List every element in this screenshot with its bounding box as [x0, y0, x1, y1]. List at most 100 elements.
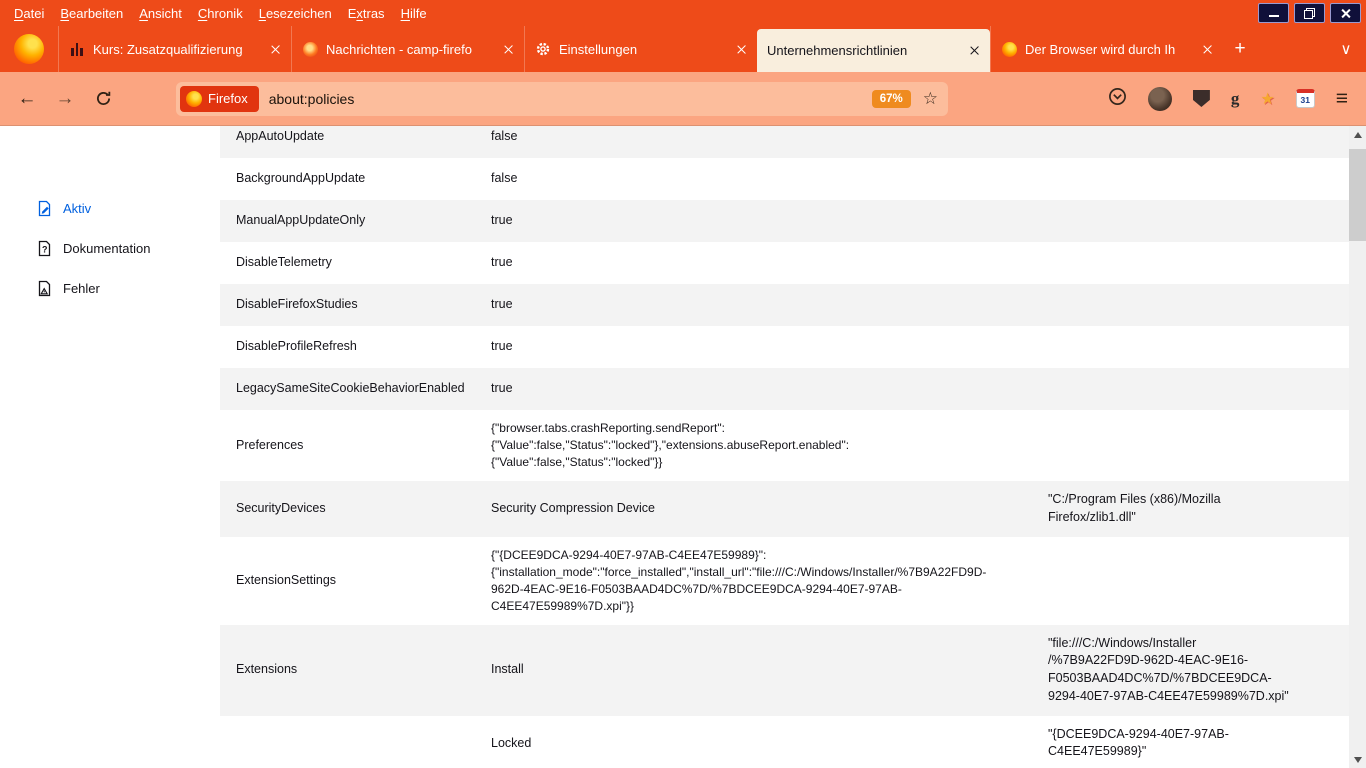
tab-label: Unternehmensrichtlinien — [767, 43, 961, 58]
account-avatar[interactable] — [1148, 87, 1172, 111]
vertical-scrollbar[interactable] — [1349, 126, 1366, 768]
policy-row: Extensions Install "file:///C:/Windows/I… — [220, 625, 1349, 716]
policies-sidebar: Aktiv ? Dokumentation Fehler — [0, 126, 220, 768]
tab-label: Nachrichten - camp-firefo — [326, 42, 495, 57]
sidebar-item-aktiv[interactable]: Aktiv — [36, 200, 220, 217]
scroll-up-button[interactable] — [1349, 126, 1366, 143]
zoom-level-badge[interactable]: 67% — [872, 90, 911, 108]
policy-value: true — [491, 244, 1048, 282]
reload-button[interactable] — [86, 82, 120, 116]
policy-value: true — [491, 370, 1048, 408]
policy-extra — [1048, 379, 1333, 399]
policy-name: BackgroundAppUpdate — [236, 160, 491, 198]
new-tab-button[interactable]: + — [1223, 26, 1257, 72]
policy-extra — [1048, 211, 1333, 231]
toolbar-extension-icons: g ★ 31 ≡ — [1108, 87, 1356, 111]
policy-value: true — [491, 202, 1048, 240]
sparkle-star-icon[interactable]: ★ — [1260, 89, 1274, 109]
firefox-identity-chip[interactable]: Firefox — [180, 86, 259, 112]
firefox-favicon — [1001, 41, 1017, 57]
tab-label: Kurs: Zusatzqualifizierung — [93, 42, 262, 57]
gear-icon — [535, 41, 551, 57]
menu-hilfe[interactable]: Hilfe — [393, 0, 435, 26]
scroll-down-icon — [1354, 757, 1362, 763]
tab-nachrichten[interactable]: Nachrichten - camp-firefo — [291, 26, 524, 72]
firefox-chip-icon — [186, 91, 202, 107]
policy-name: Preferences — [236, 427, 491, 465]
menu-chronik[interactable]: Chronik — [190, 0, 251, 26]
url-bar[interactable]: Firefox about:policies 67% ☆ — [176, 82, 948, 116]
page-content: Aktiv ? Dokumentation Fehler — [0, 126, 1366, 768]
scroll-down-button[interactable] — [1349, 751, 1366, 768]
policy-row: DisableFirefoxStudies true — [220, 284, 1349, 326]
policy-extra — [1048, 295, 1333, 315]
policy-name: ExtensionSettings — [236, 562, 491, 600]
policy-value: false — [491, 160, 1048, 198]
list-tabs-chevron-icon[interactable]: ∨ — [1326, 26, 1366, 72]
policy-value: {"{DCEE9DCA-9294-40E7-97AB-C4EE47E59989}… — [491, 537, 1048, 625]
tab-kurs[interactable]: Kurs: Zusatzqualifizierung — [58, 26, 291, 72]
menu-bearbeiten[interactable]: Bearbeiten — [52, 0, 131, 26]
policy-name — [236, 733, 491, 753]
forum-favicon — [302, 41, 318, 57]
policy-value: false — [491, 126, 1048, 156]
policy-row: Locked "{DCEE9DCA-9294-40E7-97AB- C4EE47… — [220, 716, 1349, 768]
tab-bar: Kurs: Zusatzqualifizierung Nachrichten -… — [0, 26, 1366, 72]
restore-button[interactable] — [1294, 3, 1325, 23]
policy-row: BackgroundAppUpdate false — [220, 158, 1349, 200]
pocket-icon[interactable] — [1108, 87, 1127, 111]
policy-extra — [1048, 127, 1333, 147]
reload-icon — [95, 90, 112, 107]
firefox-logo[interactable] — [14, 34, 44, 64]
policy-extra: "{DCEE9DCA-9294-40E7-97AB- C4EE47E59989}… — [1048, 716, 1333, 768]
hamburger-menu-icon[interactable]: ≡ — [1336, 87, 1348, 111]
tab-close-icon[interactable] — [503, 44, 514, 55]
tab-der-browser[interactable]: Der Browser wird durch Ih — [990, 26, 1223, 72]
tab-label: Der Browser wird durch Ih — [1025, 42, 1194, 57]
policy-extra: "C:/Program Files (x86)/Mozilla Firefox/… — [1048, 481, 1333, 537]
navigation-toolbar: ← → Firefox about:policies 67% ☆ — [0, 72, 1366, 126]
policy-name: LegacySameSiteCookieBehaviorEnabled — [236, 370, 491, 408]
scrollbar-thumb[interactable] — [1349, 149, 1366, 241]
bookmark-star-icon[interactable]: ☆ — [921, 89, 940, 109]
menu-lesezeichen[interactable]: Lesezeichen — [251, 0, 340, 26]
errors-icon — [36, 280, 53, 297]
browser-window: Datei Bearbeiten Ansicht Chronik Lesezei… — [0, 0, 1366, 768]
policy-row: ManualAppUpdateOnly true — [220, 200, 1349, 242]
sidebar-item-fehler[interactable]: Fehler — [36, 280, 220, 297]
policies-table-area: AppAutoUpdate false BackgroundAppUpdate … — [220, 126, 1349, 768]
close-button[interactable] — [1330, 3, 1361, 23]
tab-close-icon[interactable] — [736, 44, 747, 55]
policies-table: AppAutoUpdate false BackgroundAppUpdate … — [220, 126, 1349, 768]
policy-value: true — [491, 328, 1048, 366]
tab-label: Einstellungen — [559, 42, 728, 57]
policy-name: DisableTelemetry — [236, 244, 491, 282]
tab-unternehmensrichtlinien-active[interactable]: Unternehmensrichtlinien — [757, 29, 990, 72]
menu-bar: Datei Bearbeiten Ansicht Chronik Lesezei… — [0, 0, 1366, 26]
minimize-button[interactable] — [1258, 3, 1289, 23]
close-icon — [1340, 8, 1351, 19]
tab-einstellungen[interactable]: Einstellungen — [524, 26, 757, 72]
policy-extra: "file:///C:/Windows/Installer /%7B9A22FD… — [1048, 625, 1333, 716]
forward-button[interactable]: → — [48, 82, 82, 116]
tab-close-icon[interactable] — [1202, 44, 1213, 55]
ublock-shield-icon[interactable] — [1193, 90, 1210, 107]
calendar-icon[interactable]: 31 — [1296, 89, 1315, 108]
url-text[interactable]: about:policies — [269, 91, 862, 107]
sidebar-item-dokumentation[interactable]: ? Dokumentation — [36, 240, 220, 257]
policy-name: Extensions — [236, 651, 491, 689]
course-favicon — [69, 41, 85, 57]
menu-extras[interactable]: Extras — [340, 0, 393, 26]
policy-row: DisableProfileRefresh true — [220, 326, 1349, 368]
window-controls — [1258, 3, 1366, 23]
tab-close-icon[interactable] — [270, 44, 281, 55]
menu-datei[interactable]: Datei — [6, 0, 52, 26]
scroll-up-icon — [1354, 132, 1362, 138]
back-button[interactable]: ← — [10, 82, 44, 116]
policy-value: {"browser.tabs.crashReporting.sendReport… — [491, 410, 1048, 481]
google-g-icon[interactable]: g — [1231, 89, 1240, 109]
menu-ansicht[interactable]: Ansicht — [131, 0, 190, 26]
tab-close-icon[interactable] — [969, 45, 980, 56]
policy-value: Install — [491, 651, 1048, 689]
policy-value: Locked — [491, 725, 1048, 763]
